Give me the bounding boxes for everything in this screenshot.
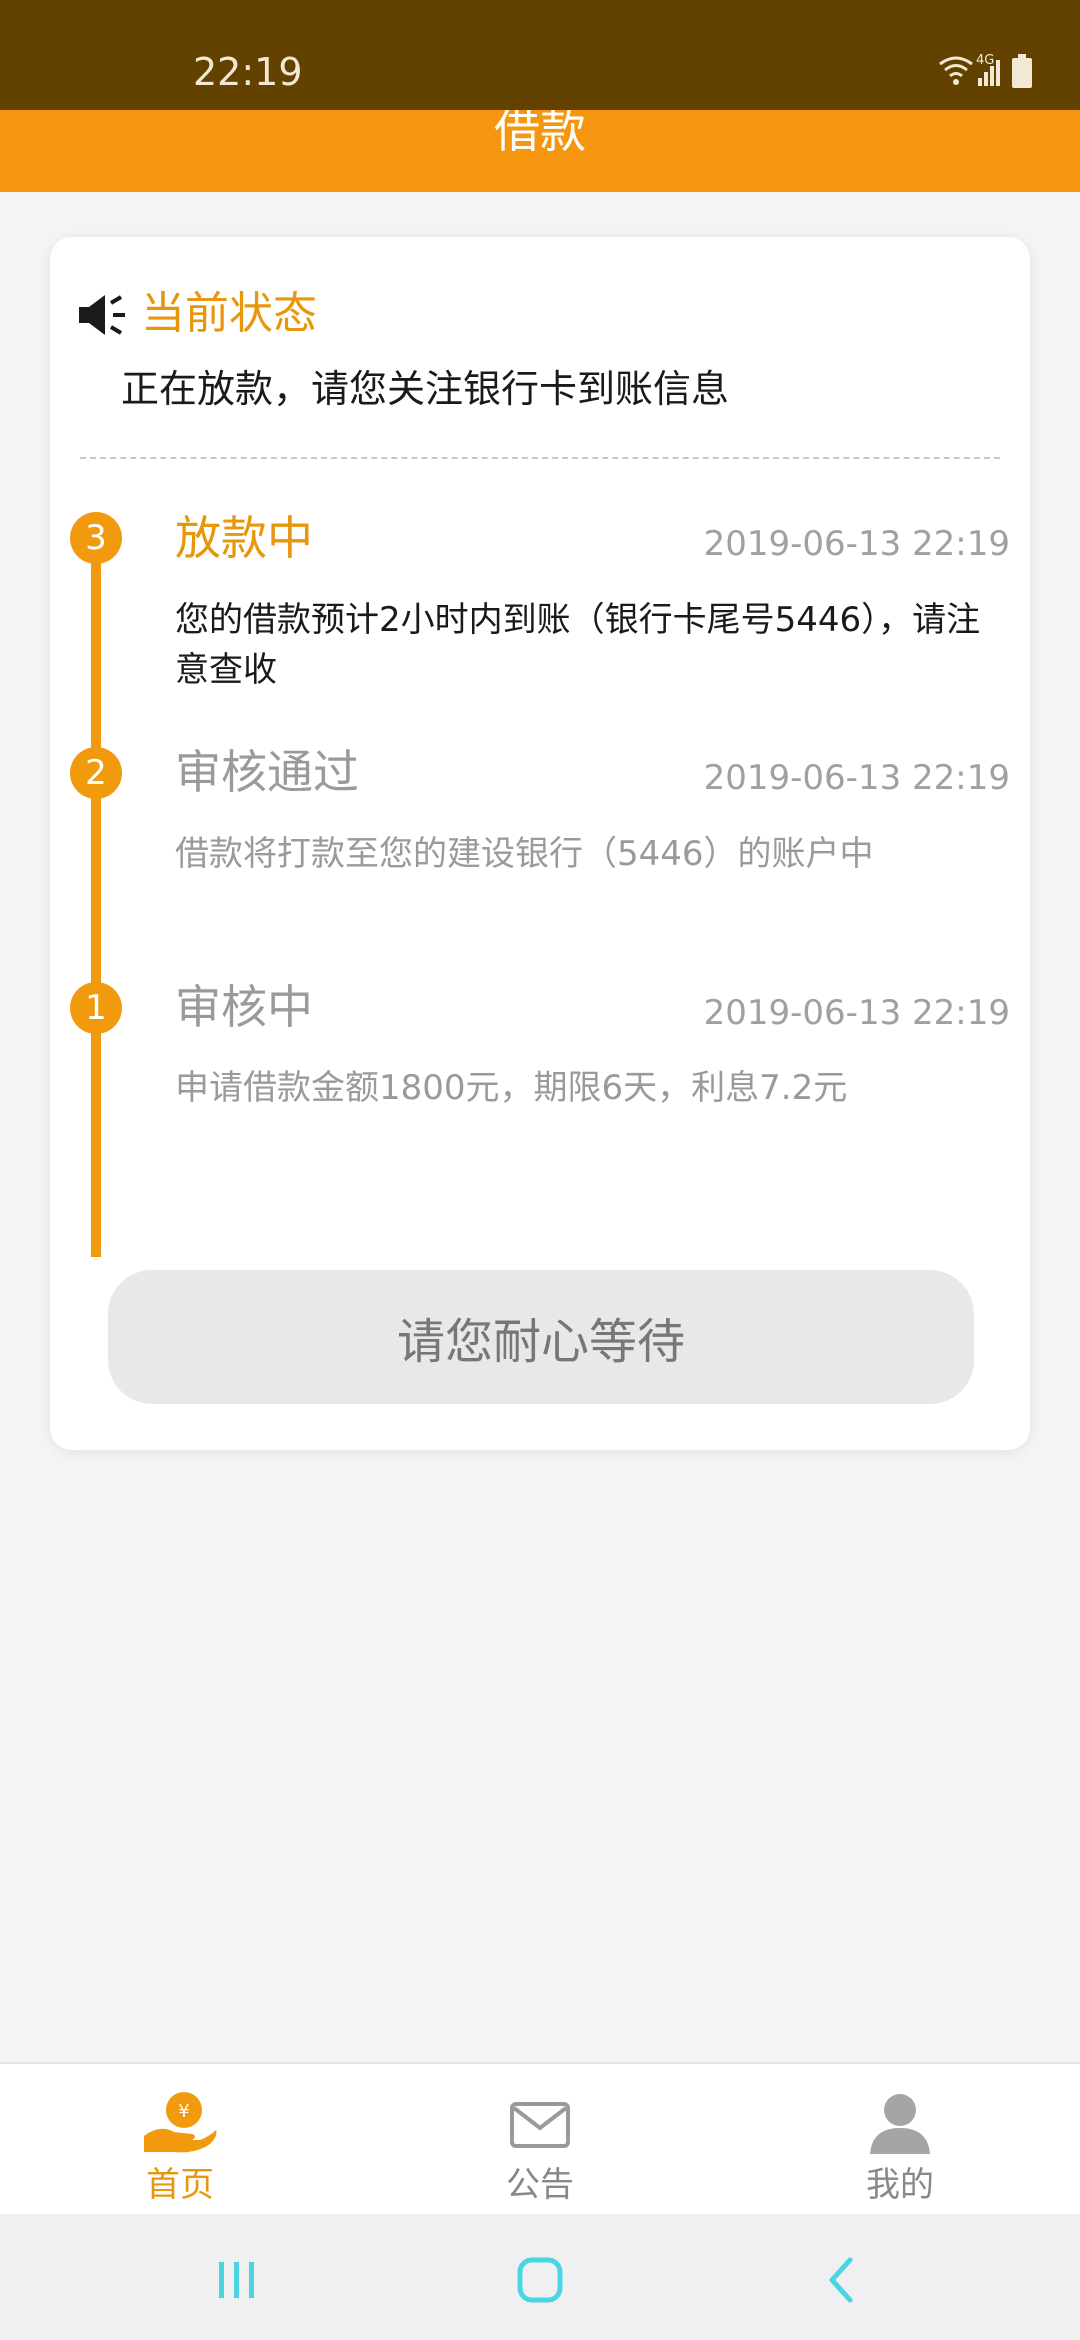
wifi-icon <box>939 56 973 78</box>
timeline-line <box>91 537 101 1257</box>
nav-item-mine[interactable]: 我的 <box>720 2064 1080 2214</box>
svg-text:¥: ¥ <box>178 2101 189 2122</box>
system-nav-bar <box>0 2214 1080 2340</box>
wait-button[interactable]: 请您耐心等待 <box>108 1270 974 1404</box>
bottom-nav: ¥ 首页 公告 我的 <box>0 2062 1080 2214</box>
home-icon[interactable] <box>510 2250 570 2310</box>
step-description: 您的借款预计2小时内到账（银行卡尾号5446），请注意查收 <box>175 600 981 690</box>
header-bar: 借款 <box>0 104 1080 192</box>
nav-item-home[interactable]: ¥ 首页 <box>0 2064 360 2214</box>
status-icons: 4G <box>938 52 1048 96</box>
status-time: 22:19 <box>193 50 303 94</box>
back-icon[interactable] <box>812 2250 872 2310</box>
status-bar: 22:19 4G <box>0 0 1080 110</box>
step-description: 申请借款金额1800元，期限6天，利息7.2元 <box>175 1068 848 1108</box>
step-date: 2019-06-13 22:19 <box>703 993 1010 1033</box>
nav-label-home: 首页 <box>146 2165 214 2205</box>
nav-label-mine: 我的 <box>866 2165 934 2205</box>
coin-hand-icon: ¥ <box>144 2092 217 2153</box>
step-description: 借款将打款至您的建设银行（5446）的账户中 <box>175 834 874 874</box>
battery-icon <box>1012 54 1032 88</box>
nav-label-notice: 公告 <box>506 2165 574 2205</box>
step-date: 2019-06-13 22:19 <box>703 524 1010 564</box>
step-badge-2: 2 <box>70 747 122 799</box>
recent-apps-icon[interactable] <box>207 2250 267 2310</box>
person-icon <box>870 2094 930 2154</box>
step-title-disbursing: 放款中 <box>175 511 313 565</box>
nav-item-notice[interactable]: 公告 <box>360 2064 720 2214</box>
network-type: 4G <box>976 53 994 68</box>
envelope-icon <box>510 2102 570 2148</box>
step-badge-3: 3 <box>70 512 122 564</box>
step-title-reviewing: 审核中 <box>175 980 313 1034</box>
step-date: 2019-06-13 22:19 <box>703 758 1010 798</box>
step-title-approved: 审核通过 <box>175 745 359 799</box>
divider <box>80 457 1000 459</box>
step-badge-1: 1 <box>70 982 122 1034</box>
speaker-icon <box>79 295 125 335</box>
status-message: 正在放款，请您关注银行卡到账信息 <box>121 367 730 411</box>
status-heading: 当前状态 <box>141 288 317 339</box>
loan-status-card: 当前状态 正在放款，请您关注银行卡到账信息 3 放款中 2019-06-13 2… <box>50 237 1030 1450</box>
